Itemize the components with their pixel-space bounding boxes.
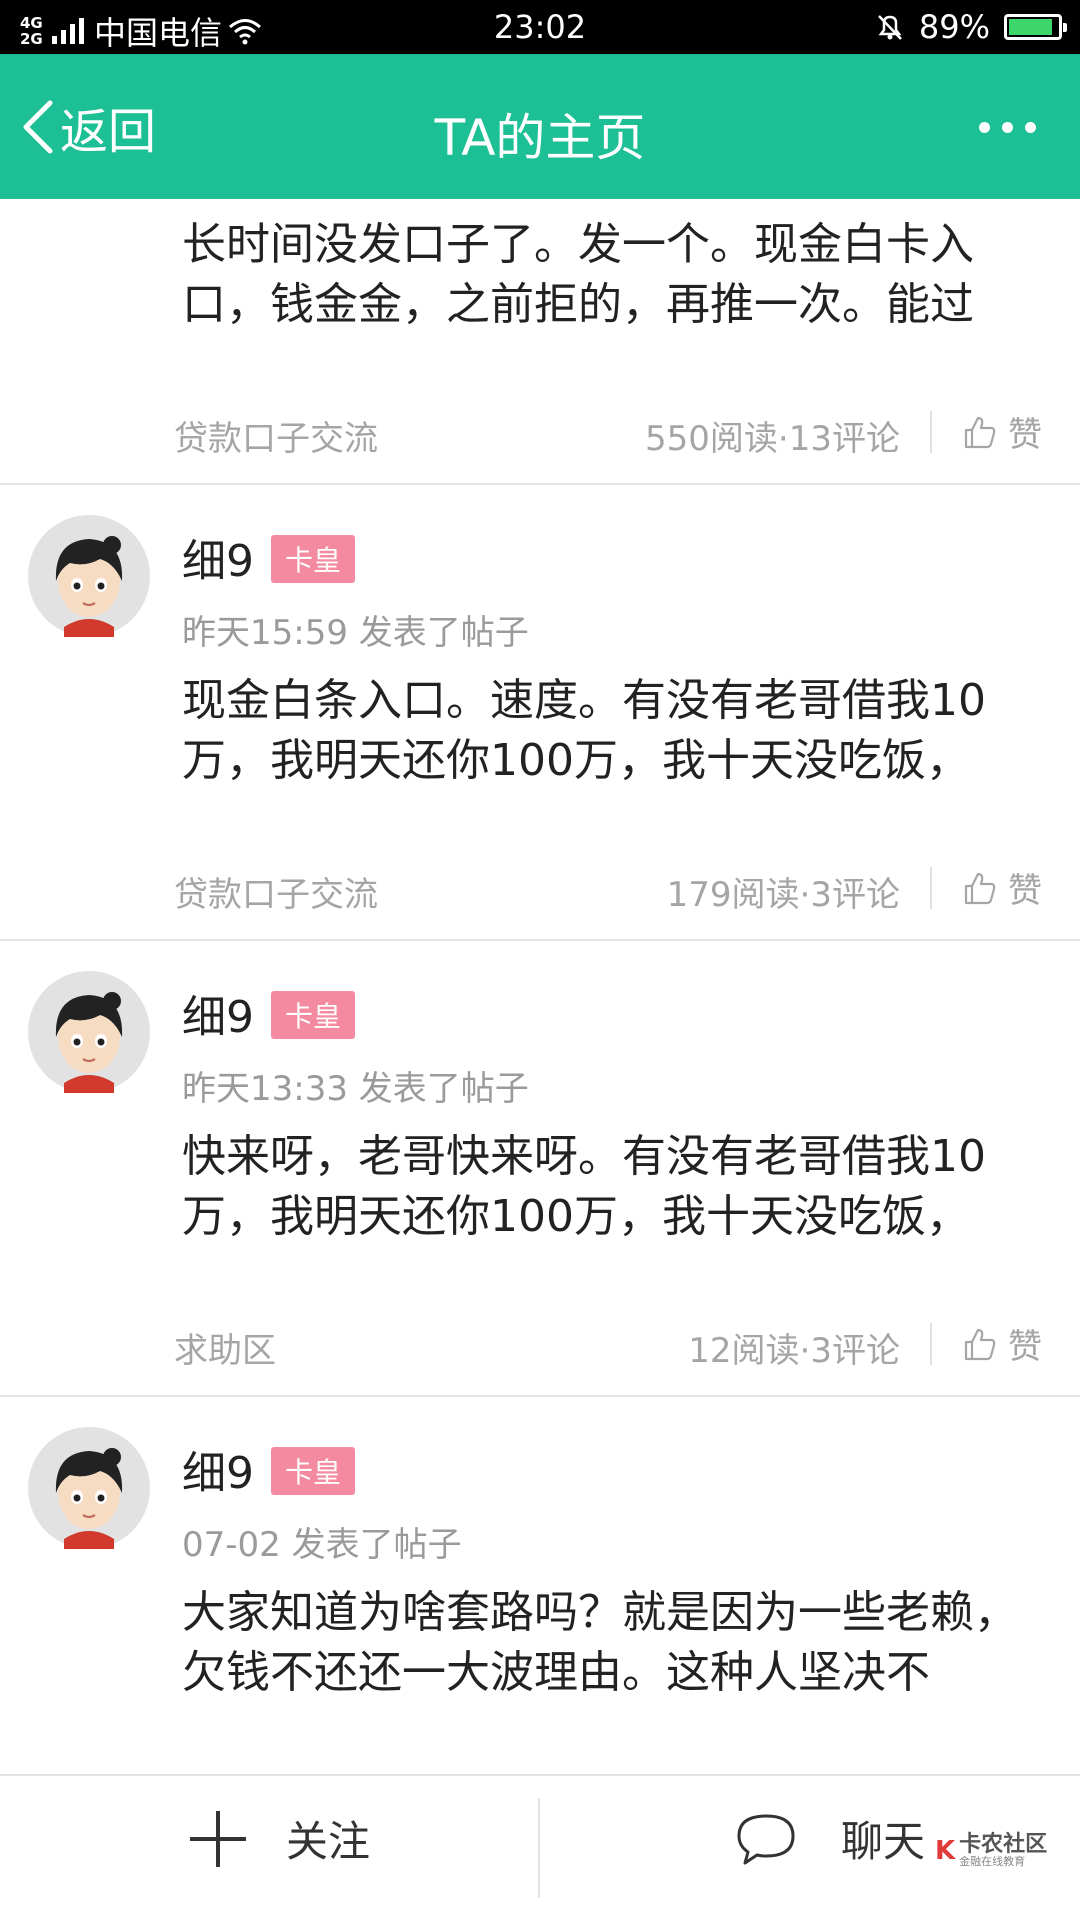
like-button[interactable]: 赞 bbox=[962, 863, 1042, 912]
post-category[interactable]: 贷款口子交流 bbox=[174, 867, 378, 916]
chat-bubble-icon bbox=[737, 1814, 795, 1864]
status-right: 89% bbox=[875, 8, 1067, 46]
post-item[interactable]: 细9 卡皇 昨天13:33 发表了帖子 快来呀，老哥快来呀。有没有老哥借我10万… bbox=[0, 941, 1080, 1397]
navigation-bar: 返回 TA的主页 bbox=[0, 54, 1080, 199]
post-content[interactable]: 大家知道为啥套路吗？就是因为一些老赖，欠钱不还还一大波理由。这种人坚决不 bbox=[182, 1583, 1052, 1765]
like-button[interactable]: 赞 bbox=[962, 407, 1042, 456]
watermark-sub: 金融在线教育 bbox=[959, 1855, 1026, 1868]
divider bbox=[930, 1323, 932, 1365]
status-bar: 4G 2G 中国电信 23:02 89% bbox=[0, 0, 1080, 54]
post-stats: 12阅读·3评论 bbox=[688, 1331, 900, 1371]
post-content[interactable]: 长时间没发口子了。发一个。现金白卡入口，钱金金，之前拒的，再推一次。能过 bbox=[182, 215, 1052, 397]
chat-button[interactable]: 聊天 bbox=[735, 1808, 925, 1869]
user-badge: 卡皇 bbox=[271, 1447, 356, 1495]
watermark-text: 卡农社区 金融在线教育 bbox=[959, 1832, 1048, 1868]
author-name[interactable]: 细9 bbox=[182, 525, 254, 589]
like-label: 赞 bbox=[1008, 871, 1042, 911]
post-time: 昨天15:59 发表了帖子 bbox=[182, 613, 529, 653]
thumbs-up-icon bbox=[964, 872, 996, 904]
user-badge: 卡皇 bbox=[271, 535, 356, 583]
post-list: 细9 卡皇 3小时前 发表了帖子 长时间没发口子了。发一个。现金白卡入口，钱金金… bbox=[0, 199, 1080, 1774]
post-time: 07-02 发表了帖子 bbox=[182, 1525, 462, 1565]
watermark-name: 卡农社区 bbox=[959, 1832, 1048, 1857]
divider bbox=[538, 1798, 540, 1898]
post-feed[interactable]: 细9 卡皇 3小时前 发表了帖子 长时间没发口子了。发一个。现金白卡入口，钱金金… bbox=[0, 199, 1080, 1774]
alarm-muted-icon bbox=[877, 15, 902, 40]
like-label: 赞 bbox=[1008, 1327, 1042, 1367]
follow-button[interactable]: 关注 bbox=[190, 1808, 370, 1869]
divider bbox=[930, 867, 932, 909]
avatar[interactable] bbox=[28, 515, 150, 637]
post-stats: 550阅读·13评论 bbox=[645, 419, 900, 459]
post-category[interactable]: 贷款口子交流 bbox=[174, 411, 378, 460]
post-item[interactable]: 细9 卡皇 3小时前 发表了帖子 长时间没发口子了。发一个。现金白卡入口，钱金金… bbox=[0, 199, 1080, 485]
more-options-icon[interactable] bbox=[979, 122, 1036, 133]
page-title: TA的主页 bbox=[434, 109, 646, 167]
avatar[interactable] bbox=[28, 971, 150, 1093]
watermark-mark: K bbox=[935, 1835, 956, 1866]
author-name[interactable]: 细9 bbox=[182, 981, 254, 1045]
chat-label: 聊天 bbox=[841, 1817, 926, 1866]
post-category[interactable]: 求助区 bbox=[174, 1323, 276, 1372]
battery-icon bbox=[1004, 14, 1067, 40]
like-label: 赞 bbox=[1008, 415, 1042, 455]
battery-level bbox=[1009, 19, 1052, 35]
avatar[interactable] bbox=[28, 1427, 150, 1549]
thumbs-up-icon bbox=[964, 416, 996, 448]
post-content[interactable]: 现金白条入口。速度。有没有老哥借我10万，我明天还你100万，我十天没吃饭， bbox=[182, 671, 1052, 853]
plus-icon bbox=[190, 1810, 246, 1867]
post-stats: 179阅读·3评论 bbox=[666, 875, 900, 915]
like-button[interactable]: 赞 bbox=[962, 1319, 1042, 1368]
post-item[interactable]: 细9 卡皇 昨天15:59 发表了帖子 现金白条入口。速度。有没有老哥借我10万… bbox=[0, 485, 1080, 941]
author-name[interactable]: 细9 bbox=[182, 1437, 254, 1501]
battery-percent: 89% bbox=[918, 8, 990, 46]
user-badge: 卡皇 bbox=[271, 991, 356, 1039]
post-item[interactable]: 细9 卡皇 07-02 发表了帖子 大家知道为啥套路吗？就是因为一些老赖，欠钱不… bbox=[0, 1397, 1080, 1774]
post-time: 昨天13:33 发表了帖子 bbox=[182, 1069, 529, 1109]
post-content[interactable]: 快来呀，老哥快来呀。有没有老哥借我10万，我明天还你100万，我十天没吃饭， bbox=[182, 1127, 1052, 1309]
follow-label: 关注 bbox=[286, 1817, 371, 1866]
watermark-logo: K 卡农社区 金融在线教育 bbox=[935, 1832, 1048, 1868]
divider bbox=[930, 411, 932, 453]
bottom-action-bar: 关注 聊天 K 卡农社区 金融在线教育 bbox=[0, 1774, 1080, 1920]
thumbs-up-icon bbox=[964, 1328, 996, 1360]
